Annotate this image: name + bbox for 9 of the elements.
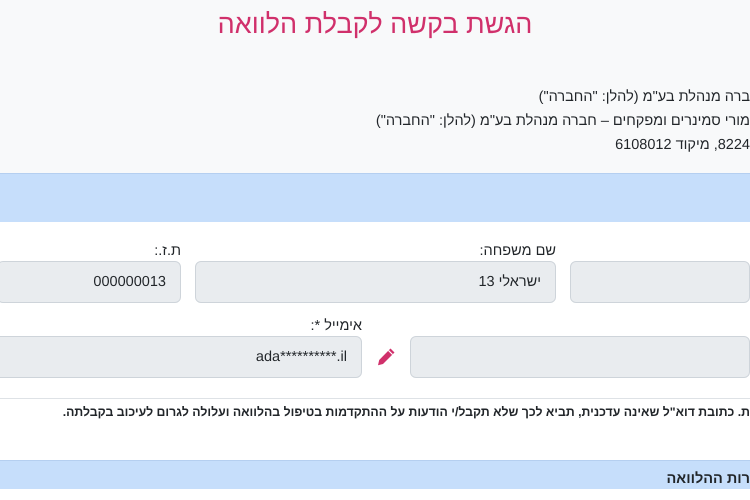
company-info-line: מורי סמינרים ומפקחים – חברה מנהלת בע"מ (להלן: "החברה") [376, 112, 750, 131]
field-label: אימייל *: [310, 318, 362, 334]
field-label: שם משפחה: [480, 243, 556, 259]
page-title: הגשת בקשה לקבלת הלוואה [216, 8, 534, 41]
company-info-line: ברה מנהלת בע"מ (להלן: "החברה") [538, 88, 750, 107]
section-heading: רות ההלוואה [666, 470, 750, 488]
field-label: ת.ז.: [154, 243, 181, 259]
company-info-line: 8224, מיקוד 6108012 [615, 136, 750, 155]
email-note: ת. כתובת דוא"ל שאינה עדכנית, תביא לכך שלא תקבל/י הודעות על ההתקדמות בטיפול בהלוואה ועלולה לגרום לעיכוב בקבלתה. [0, 398, 750, 422]
